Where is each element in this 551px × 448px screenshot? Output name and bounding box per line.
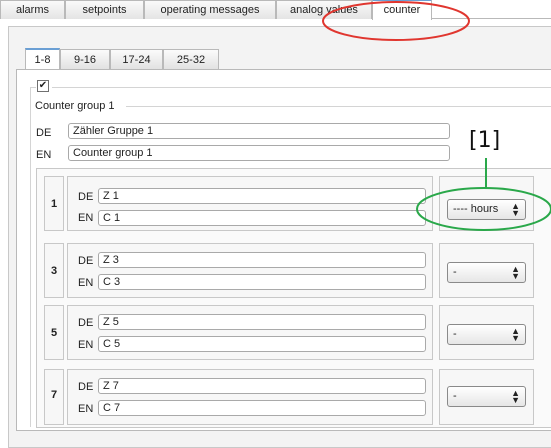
annotation-label: [1] [469,128,501,153]
annotation-overlay [322,1,551,231]
unit-select-highlight [416,187,551,231]
counter-tab-highlight [322,1,470,41]
